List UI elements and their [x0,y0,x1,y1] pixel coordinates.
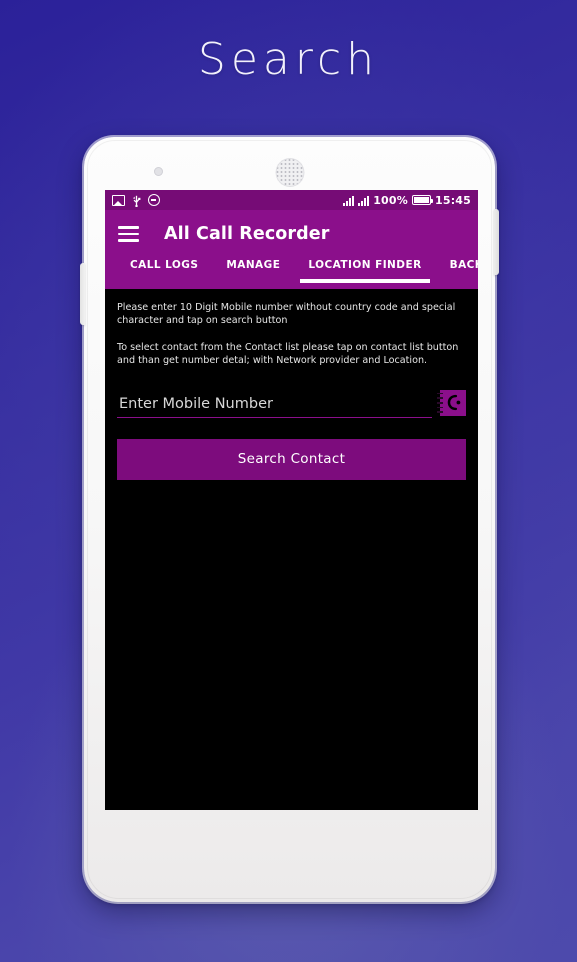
tab-manage[interactable]: MANAGE [212,258,294,271]
volume-button[interactable] [80,263,85,325]
earpiece-speaker-icon [275,158,304,187]
contact-book-glyph [447,395,460,411]
phone-screen: 100% 15:45 All Call Recorder CALL LOGS M… [105,190,478,810]
smiley-icon [148,194,160,206]
signal-icon [358,195,370,206]
hamburger-line [118,226,139,229]
battery-icon [411,195,434,205]
battery-percent-label: 100% [373,193,408,207]
hamburger-line [118,239,139,242]
page-title: Search [197,34,380,85]
app-title: All Call Recorder [164,224,330,244]
hamburger-line [118,232,139,236]
status-bar-left-icons [112,194,160,208]
phone-device-mockup: 100% 15:45 All Call Recorder CALL LOGS M… [80,137,499,902]
mobile-number-input-row [117,389,466,418]
tab-bar: CALL LOGS MANAGE LOCATION FINDER BACKUP [105,258,478,289]
hamburger-menu-icon[interactable] [118,226,139,242]
power-button[interactable] [494,209,499,275]
hint-text-primary: Please enter 10 Digit Mobile number with… [117,302,456,326]
status-bar-right-icons: 100% 15:45 [343,194,471,207]
tab-backup[interactable]: BACKUP [436,258,478,271]
photo-icon [112,194,125,206]
contact-book-icon[interactable] [437,389,466,416]
search-contact-button[interactable]: Search Contact [117,438,466,480]
hint-text-secondary: To select contact from the Contact list … [117,341,459,366]
clock-label: 15:45 [434,193,471,207]
status-bar: 100% 15:45 [105,190,478,210]
mobile-number-input[interactable] [117,393,432,418]
tab-call-logs[interactable]: CALL LOGS [116,258,212,271]
tab-location-finder[interactable]: LOCATION FINDER [294,258,435,283]
tab-content-location-finder: Please enter 10 Digit Mobile number with… [105,289,478,810]
usb-icon [132,194,141,208]
front-camera-icon [154,167,163,176]
signal-icon [343,195,355,206]
app-bar: All Call Recorder [105,210,478,258]
contact-book-spiral [437,392,443,413]
